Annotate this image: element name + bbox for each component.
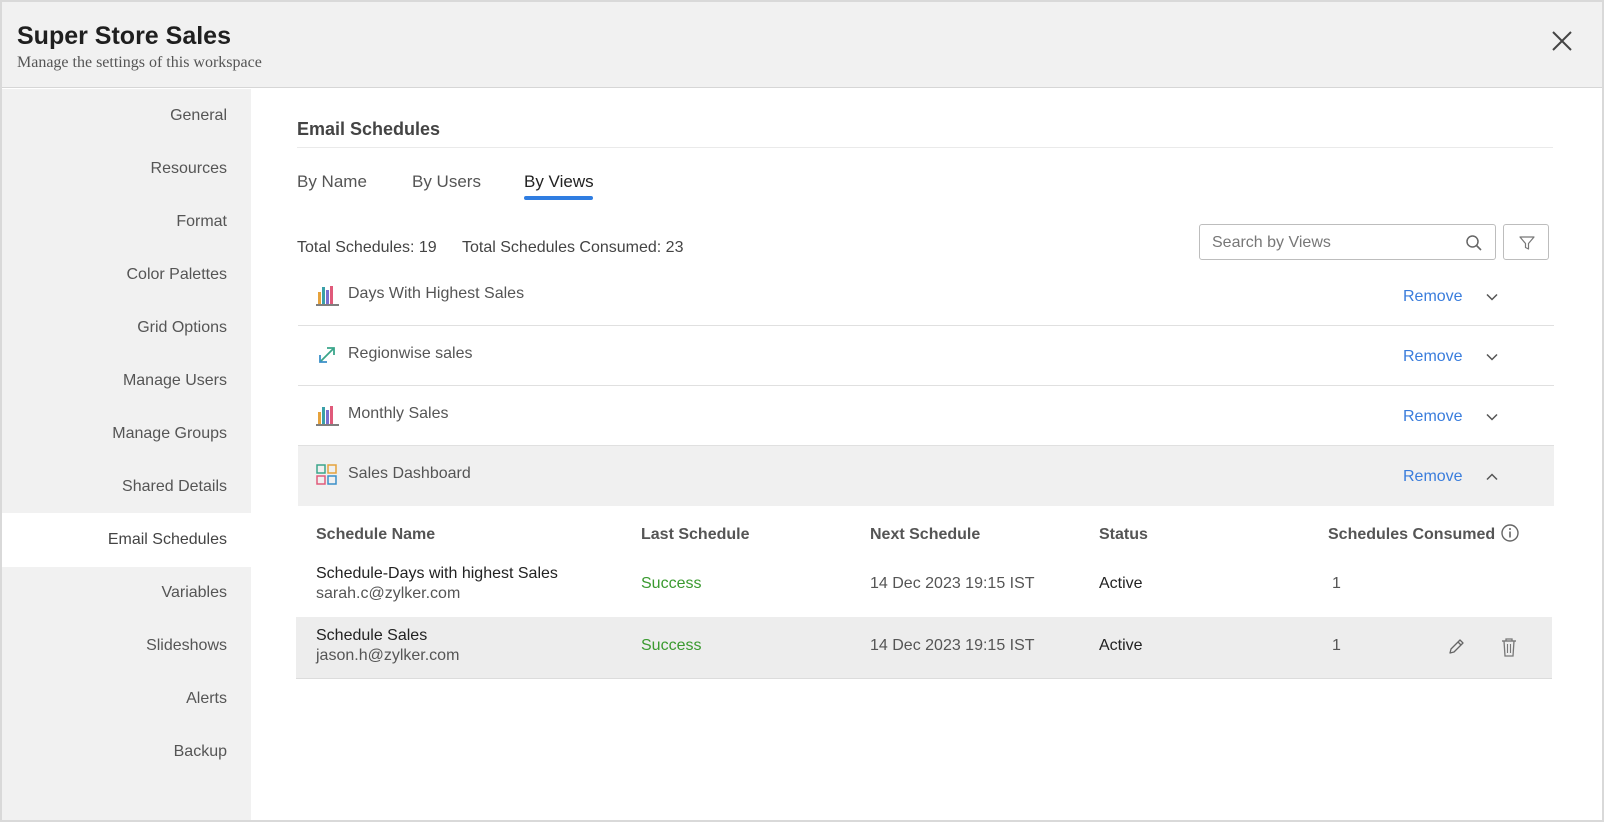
page-title: Email Schedules bbox=[297, 119, 441, 139]
view-name: Regionwise sales bbox=[348, 345, 473, 362]
trash-icon[interactable] bbox=[1499, 636, 1519, 657]
search-input[interactable] bbox=[1212, 233, 1457, 253]
column-header-status: Status bbox=[1099, 526, 1148, 543]
view-row-days-with-highest-sales[interactable]: Days With Highest Sales Remove bbox=[298, 266, 1554, 326]
dialog-header: Super Store Sales Manage the settings of… bbox=[2, 2, 1602, 88]
sidebar-item-slideshows[interactable]: Slideshows bbox=[2, 619, 251, 673]
chevron-down-icon[interactable] bbox=[1485, 350, 1499, 364]
sidebar-item-grid-options[interactable]: Grid Options bbox=[2, 301, 251, 355]
tab-by-users[interactable]: By Users bbox=[412, 172, 481, 192]
workspace-subtitle: Manage the settings of this workspace bbox=[17, 54, 262, 71]
bar-chart-icon bbox=[316, 404, 339, 426]
sidebar-item-variables[interactable]: Variables bbox=[2, 566, 251, 620]
view-row-sales-dashboard[interactable]: Sales Dashboard Remove bbox=[298, 446, 1554, 506]
column-header-last-schedule: Last Schedule bbox=[641, 526, 750, 543]
tab-by-name[interactable]: By Name bbox=[297, 172, 367, 192]
view-name: Days With Highest Sales bbox=[348, 285, 525, 302]
sidebar-item-backup[interactable]: Backup bbox=[2, 725, 251, 779]
view-row-monthly-sales[interactable]: Monthly Sales Remove bbox=[298, 386, 1554, 446]
close-icon[interactable] bbox=[1549, 28, 1575, 54]
schedule-status: Active bbox=[1099, 637, 1143, 654]
total-schedules-consumed: Total Schedules Consumed: 23 bbox=[462, 239, 684, 256]
column-header-next-schedule: Next Schedule bbox=[870, 526, 981, 543]
remove-link[interactable]: Remove bbox=[1403, 468, 1463, 486]
schedule-email: jason.h@zylker.com bbox=[316, 647, 460, 664]
sidebar-item-shared-details[interactable]: Shared Details bbox=[2, 460, 251, 514]
view-row-regionwise-sales[interactable]: Regionwise sales Remove bbox=[298, 326, 1554, 386]
settings-sidebar: General Resources Format Color Palettes … bbox=[2, 89, 251, 820]
schedules-consumed-count: 1 bbox=[1332, 575, 1341, 592]
bar-chart-icon bbox=[316, 284, 339, 306]
divider bbox=[297, 147, 1553, 148]
view-name: Sales Dashboard bbox=[348, 465, 471, 482]
schedule-email: sarah.c@zylker.com bbox=[316, 585, 461, 602]
column-header-schedule-name: Schedule Name bbox=[316, 526, 436, 543]
expand-arrows-icon bbox=[316, 344, 338, 366]
last-schedule-status: Success bbox=[641, 637, 702, 654]
tab-by-views[interactable]: By Views bbox=[524, 172, 594, 192]
last-schedule-status: Success bbox=[641, 575, 702, 592]
edit-icon[interactable] bbox=[1446, 637, 1466, 657]
view-name: Monthly Sales bbox=[348, 405, 449, 422]
chevron-down-icon[interactable] bbox=[1485, 290, 1499, 304]
next-schedule-time: 14 Dec 2023 19:15 IST bbox=[870, 637, 1035, 654]
dashboard-grid-icon bbox=[316, 464, 338, 486]
sidebar-item-manage-groups[interactable]: Manage Groups bbox=[2, 407, 251, 461]
column-header-schedules-consumed: Schedules Consumed bbox=[1328, 526, 1496, 543]
table-row[interactable]: Schedule Sales jason.h@zylker.com Succes… bbox=[296, 617, 1552, 679]
chevron-up-icon[interactable] bbox=[1485, 470, 1499, 484]
filter-icon bbox=[1519, 236, 1535, 250]
chevron-down-icon[interactable] bbox=[1485, 410, 1499, 424]
filter-button[interactable] bbox=[1503, 224, 1549, 260]
active-tab-indicator bbox=[524, 196, 593, 200]
sidebar-item-general[interactable]: General bbox=[2, 89, 251, 143]
remove-link[interactable]: Remove bbox=[1403, 288, 1463, 306]
schedule-status: Active bbox=[1099, 575, 1143, 592]
search-views-box bbox=[1199, 224, 1496, 260]
schedule-name: Schedule-Days with highest Sales bbox=[316, 565, 558, 582]
sidebar-item-manage-users[interactable]: Manage Users bbox=[2, 354, 251, 408]
info-icon[interactable] bbox=[1500, 523, 1520, 543]
schedules-consumed-count: 1 bbox=[1332, 637, 1341, 654]
sidebar-item-format[interactable]: Format bbox=[2, 195, 251, 249]
sidebar-item-email-schedules[interactable]: Email Schedules bbox=[2, 513, 251, 567]
sidebar-item-color-palettes[interactable]: Color Palettes bbox=[2, 248, 251, 302]
remove-link[interactable]: Remove bbox=[1403, 348, 1463, 366]
sidebar-item-resources[interactable]: Resources bbox=[2, 142, 251, 196]
search-icon[interactable] bbox=[1465, 234, 1483, 252]
total-schedules: Total Schedules: 19 bbox=[297, 239, 437, 256]
schedule-name: Schedule Sales bbox=[316, 627, 428, 644]
table-row[interactable]: Schedule-Days with highest Sales sarah.c… bbox=[298, 555, 1554, 617]
next-schedule-time: 14 Dec 2023 19:15 IST bbox=[870, 575, 1035, 592]
sidebar-item-alerts[interactable]: Alerts bbox=[2, 672, 251, 726]
workspace-settings-dialog: Super Store Sales Manage the settings of… bbox=[0, 0, 1604, 822]
workspace-title: Super Store Sales bbox=[17, 22, 231, 50]
remove-link[interactable]: Remove bbox=[1403, 408, 1463, 426]
